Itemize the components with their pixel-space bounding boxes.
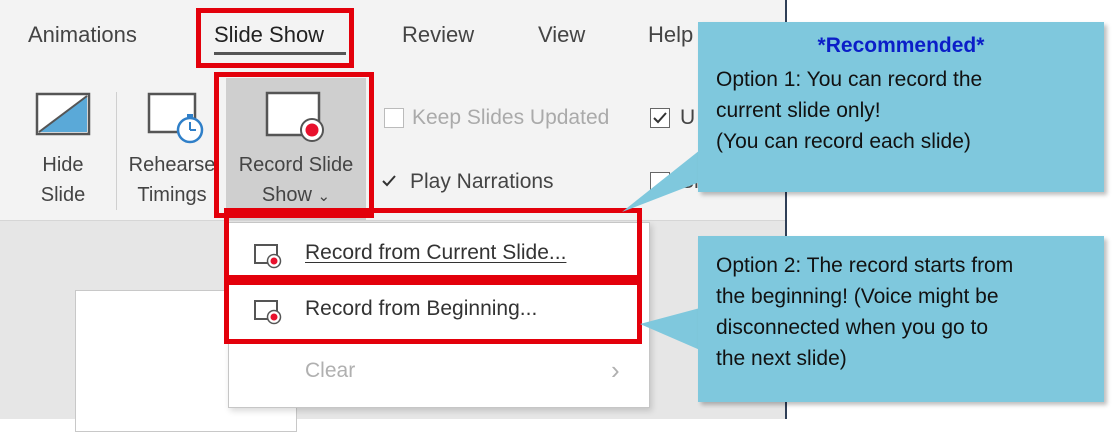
keep-slides-updated-checkbox[interactable]: Keep Slides Updated	[384, 106, 644, 132]
callout-1-title: *Recommended*	[817, 34, 985, 57]
record-button-highlight	[214, 72, 374, 218]
rehearse-timings-icon	[147, 92, 204, 144]
hide-slide-button[interactable]: Hide Slide	[30, 80, 96, 220]
ribbon-tab-bar: Animations Slide Show Review View Help	[0, 0, 785, 78]
use-timings-label: U	[680, 106, 696, 129]
callout-option-1: *Recommended* Option 1: You can record t…	[698, 22, 1104, 192]
callout-2-text: Option 2: The record starts from the beg…	[716, 254, 1014, 370]
callout-1-pointer	[622, 150, 710, 212]
checkbox-checked	[650, 108, 670, 128]
chevron-right-icon: ›	[611, 355, 620, 385]
ribbon-separator	[116, 92, 117, 210]
rehearse-timings-label: Rehearse Timings	[128, 154, 216, 206]
menu-item-clear[interactable]: Clear ›	[239, 355, 637, 391]
tab-view[interactable]: View	[538, 22, 585, 48]
hide-slide-label: Hide Slide	[40, 154, 86, 206]
checkmark-icon	[653, 112, 667, 124]
checkmark-icon	[382, 175, 396, 187]
play-narrations-label: Play Narrations	[410, 170, 554, 193]
checkbox-box	[384, 108, 404, 128]
tab-animations[interactable]: Animations	[28, 22, 137, 48]
slide-show-tab-highlight	[196, 8, 354, 68]
record-current-highlight	[224, 208, 642, 280]
hide-slide-icon	[35, 92, 91, 136]
callout-1-text: Option 1: You can record the current sli…	[716, 68, 983, 153]
tab-review[interactable]: Review	[402, 22, 474, 48]
tab-help[interactable]: Help	[648, 22, 693, 48]
checkbox-checked	[380, 172, 398, 190]
play-narrations-checkbox[interactable]: Play Narrations	[382, 170, 584, 196]
record-beginning-highlight	[224, 280, 642, 344]
callout-2-pointer	[640, 308, 700, 350]
keep-slides-updated-label: Keep Slides Updated	[412, 106, 610, 129]
callout-option-2: Option 2: The record starts from the beg…	[698, 236, 1104, 402]
rehearse-timings-button[interactable]: Rehearse Timings	[124, 80, 220, 220]
menu-item-label: Clear	[305, 359, 356, 382]
